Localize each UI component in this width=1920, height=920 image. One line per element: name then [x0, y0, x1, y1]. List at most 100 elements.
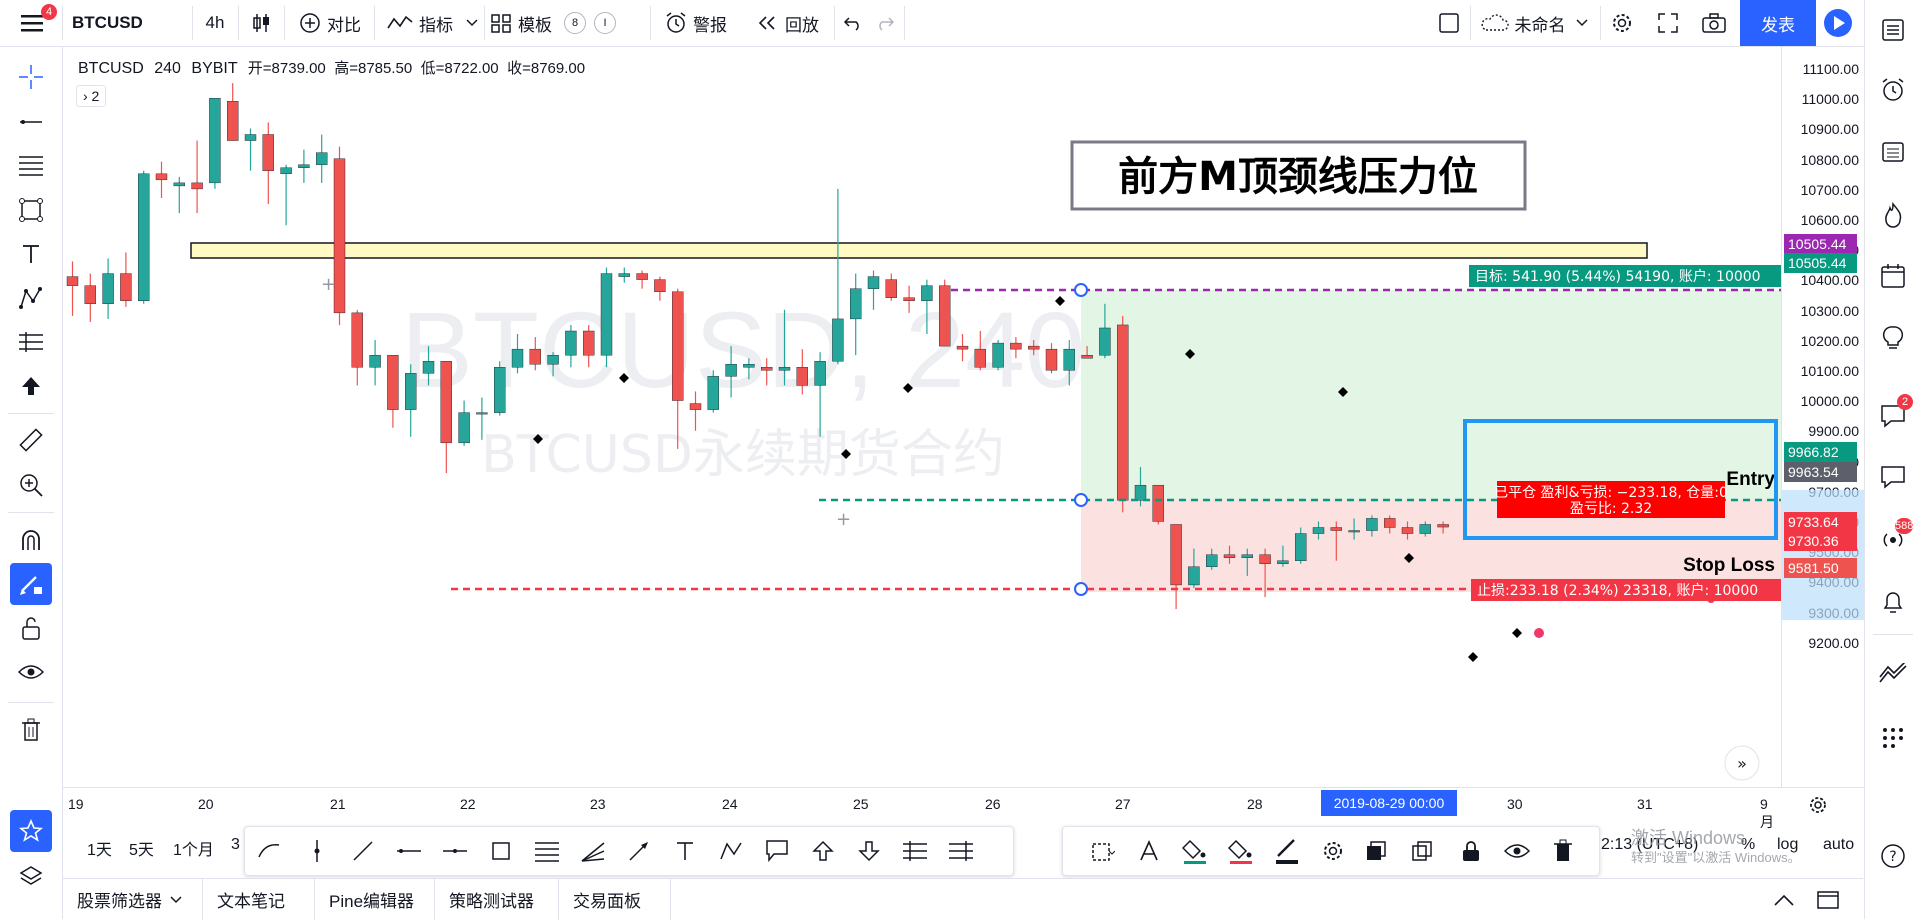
dom-button[interactable] [1873, 718, 1913, 758]
shape-tool[interactable] [10, 189, 52, 231]
menu-button[interactable]: 4 [8, 0, 57, 46]
background-color-button[interactable] [1221, 833, 1261, 869]
text-tool[interactable] [10, 233, 52, 275]
chats-button[interactable]: 2 [1873, 394, 1913, 436]
tool-text[interactable] [665, 833, 705, 869]
play-button[interactable] [1816, 0, 1860, 46]
tool-arrow[interactable] [619, 833, 659, 869]
watchlist-button[interactable] [1873, 10, 1913, 50]
notifications-button[interactable] [1873, 582, 1913, 622]
scale-settings-button[interactable] [1805, 792, 1831, 818]
indicators-dropdown[interactable] [462, 0, 482, 46]
tab-strategy-tester[interactable]: 策略测试器 [435, 879, 559, 920]
stop-handle[interactable] [1074, 582, 1088, 596]
tab-stock-screener[interactable]: 股票筛选器 [63, 879, 203, 920]
tab-text-notes[interactable]: 文本笔记 [203, 879, 315, 920]
favorites-tool[interactable] [10, 810, 52, 852]
clone-button[interactable] [1405, 833, 1445, 869]
tool-arrow-up[interactable] [803, 833, 843, 869]
tab-pine-editor[interactable]: Pine编辑器 [315, 879, 435, 920]
neckline-resistance-zone[interactable] [190, 242, 1648, 259]
publish-button[interactable]: 发表 [1740, 0, 1816, 46]
range-1m[interactable]: 1个月 [173, 836, 214, 860]
layout-button[interactable] [1432, 0, 1466, 46]
entry-handle[interactable] [1074, 493, 1088, 507]
fullscreen-button[interactable] [1650, 0, 1686, 46]
save-layout-button[interactable]: 未命名 [1478, 0, 1588, 46]
hide-drawings[interactable] [10, 651, 52, 693]
replay-button[interactable]: 回放 [748, 0, 828, 46]
range-1d[interactable]: 1天 [87, 836, 112, 860]
tool-brush[interactable] [249, 833, 289, 869]
alert-button[interactable]: 警报 [656, 0, 736, 46]
prediction-tool[interactable] [10, 321, 52, 363]
count-badge-8[interactable]: 8 [564, 12, 586, 34]
line-color-button[interactable] [1267, 833, 1307, 869]
range-5d[interactable]: 5天 [129, 836, 154, 860]
tool-short-position[interactable] [941, 833, 981, 869]
profit-zone[interactable] [1081, 290, 1781, 500]
tab-trading-panel[interactable]: 交易面板 [559, 879, 671, 920]
ruler-tool[interactable] [10, 419, 52, 461]
tool-long-position[interactable] [895, 833, 935, 869]
lock-object-button[interactable] [1451, 833, 1491, 869]
tool-fib[interactable] [527, 833, 567, 869]
range-more[interactable]: 3 [231, 836, 240, 854]
tool-vertical-line[interactable] [297, 833, 337, 869]
hide-object-button[interactable] [1497, 833, 1537, 869]
indicators-button[interactable]: 指标 [380, 0, 460, 46]
tool-rectangle[interactable] [481, 833, 521, 869]
screenshot-button[interactable] [1696, 0, 1732, 46]
magnet-tool[interactable] [10, 519, 52, 561]
messages-button[interactable] [1873, 457, 1913, 497]
interval-button[interactable]: 4h [196, 0, 234, 46]
templates-button[interactable]: 模板 8 I [490, 0, 630, 46]
compare-button[interactable]: 对比 [290, 0, 370, 46]
hotlist-button[interactable] [1873, 195, 1913, 235]
object-tree[interactable] [10, 855, 52, 897]
tool-horizontal-line[interactable] [435, 833, 475, 869]
chart-canvas[interactable]: BTCUSD, 240 BTCUSD永续期货合约 + + 前方M顶颈线压力位 目… [63, 47, 1781, 787]
visual-order-button[interactable] [1359, 833, 1399, 869]
auto-toggle[interactable]: auto [1823, 836, 1854, 854]
tool-arrow-down[interactable] [849, 833, 889, 869]
symbol-search[interactable]: BTCUSD [72, 0, 192, 46]
series-legend[interactable]: BTCUSD 240 BYBIT 开=8739.00 高=8785.50 低=8… [78, 57, 585, 78]
tool-horizontal-ray[interactable] [389, 833, 429, 869]
target-handle[interactable] [1074, 283, 1088, 297]
help-button[interactable]: ? [1873, 836, 1913, 876]
tool-trend-line[interactable] [343, 833, 383, 869]
lock-drawings[interactable] [10, 607, 52, 649]
fib-tool[interactable] [10, 145, 52, 187]
tool-pattern[interactable] [711, 833, 751, 869]
time-scale[interactable]: 19 20 21 22 23 24 25 26 27 28 30 31 9月 2019-08-29 00… [63, 787, 1864, 830]
redo-button[interactable] [870, 0, 900, 46]
stay-in-drawing-mode[interactable] [10, 563, 52, 605]
data-window-button[interactable] [1873, 132, 1913, 172]
trend-line-tool[interactable] [10, 101, 52, 143]
alerts-button[interactable] [1873, 70, 1913, 110]
undo-button[interactable] [838, 0, 868, 46]
calendar-button[interactable] [1873, 256, 1913, 296]
streams-button[interactable]: 588 [1873, 518, 1914, 560]
price-scale[interactable]: 11100.00 11000.00 10900.00 10800.00 10700.00… [1781, 47, 1865, 787]
crosshair-tool[interactable] [10, 56, 52, 98]
zoom-tool[interactable] [10, 464, 52, 506]
visibility-range-button[interactable] [1083, 833, 1123, 869]
trading-button[interactable] [1873, 654, 1913, 694]
collapse-panel-button[interactable] [1771, 889, 1797, 911]
arrow-tool[interactable] [10, 365, 52, 407]
tool-callout[interactable] [757, 833, 797, 869]
indicators-collapse-toggle[interactable]: › 2 [76, 85, 107, 107]
tool-fib-fan[interactable] [573, 833, 613, 869]
maximize-panel-button[interactable] [1815, 889, 1841, 911]
chart-type-button[interactable] [242, 0, 280, 46]
object-settings-button[interactable] [1313, 833, 1353, 869]
pattern-tool[interactable] [10, 277, 52, 319]
settings-button[interactable] [1604, 0, 1640, 46]
ideas-button[interactable] [1873, 318, 1913, 358]
chart-pane[interactable]: BTCUSD, 240 BTCUSD永续期货合约 + + 前方M顶颈线压力位 目… [63, 47, 1781, 787]
remove-drawings[interactable] [10, 709, 52, 751]
count-badge-i[interactable]: I [594, 12, 616, 34]
remove-object-button[interactable] [1543, 833, 1583, 869]
